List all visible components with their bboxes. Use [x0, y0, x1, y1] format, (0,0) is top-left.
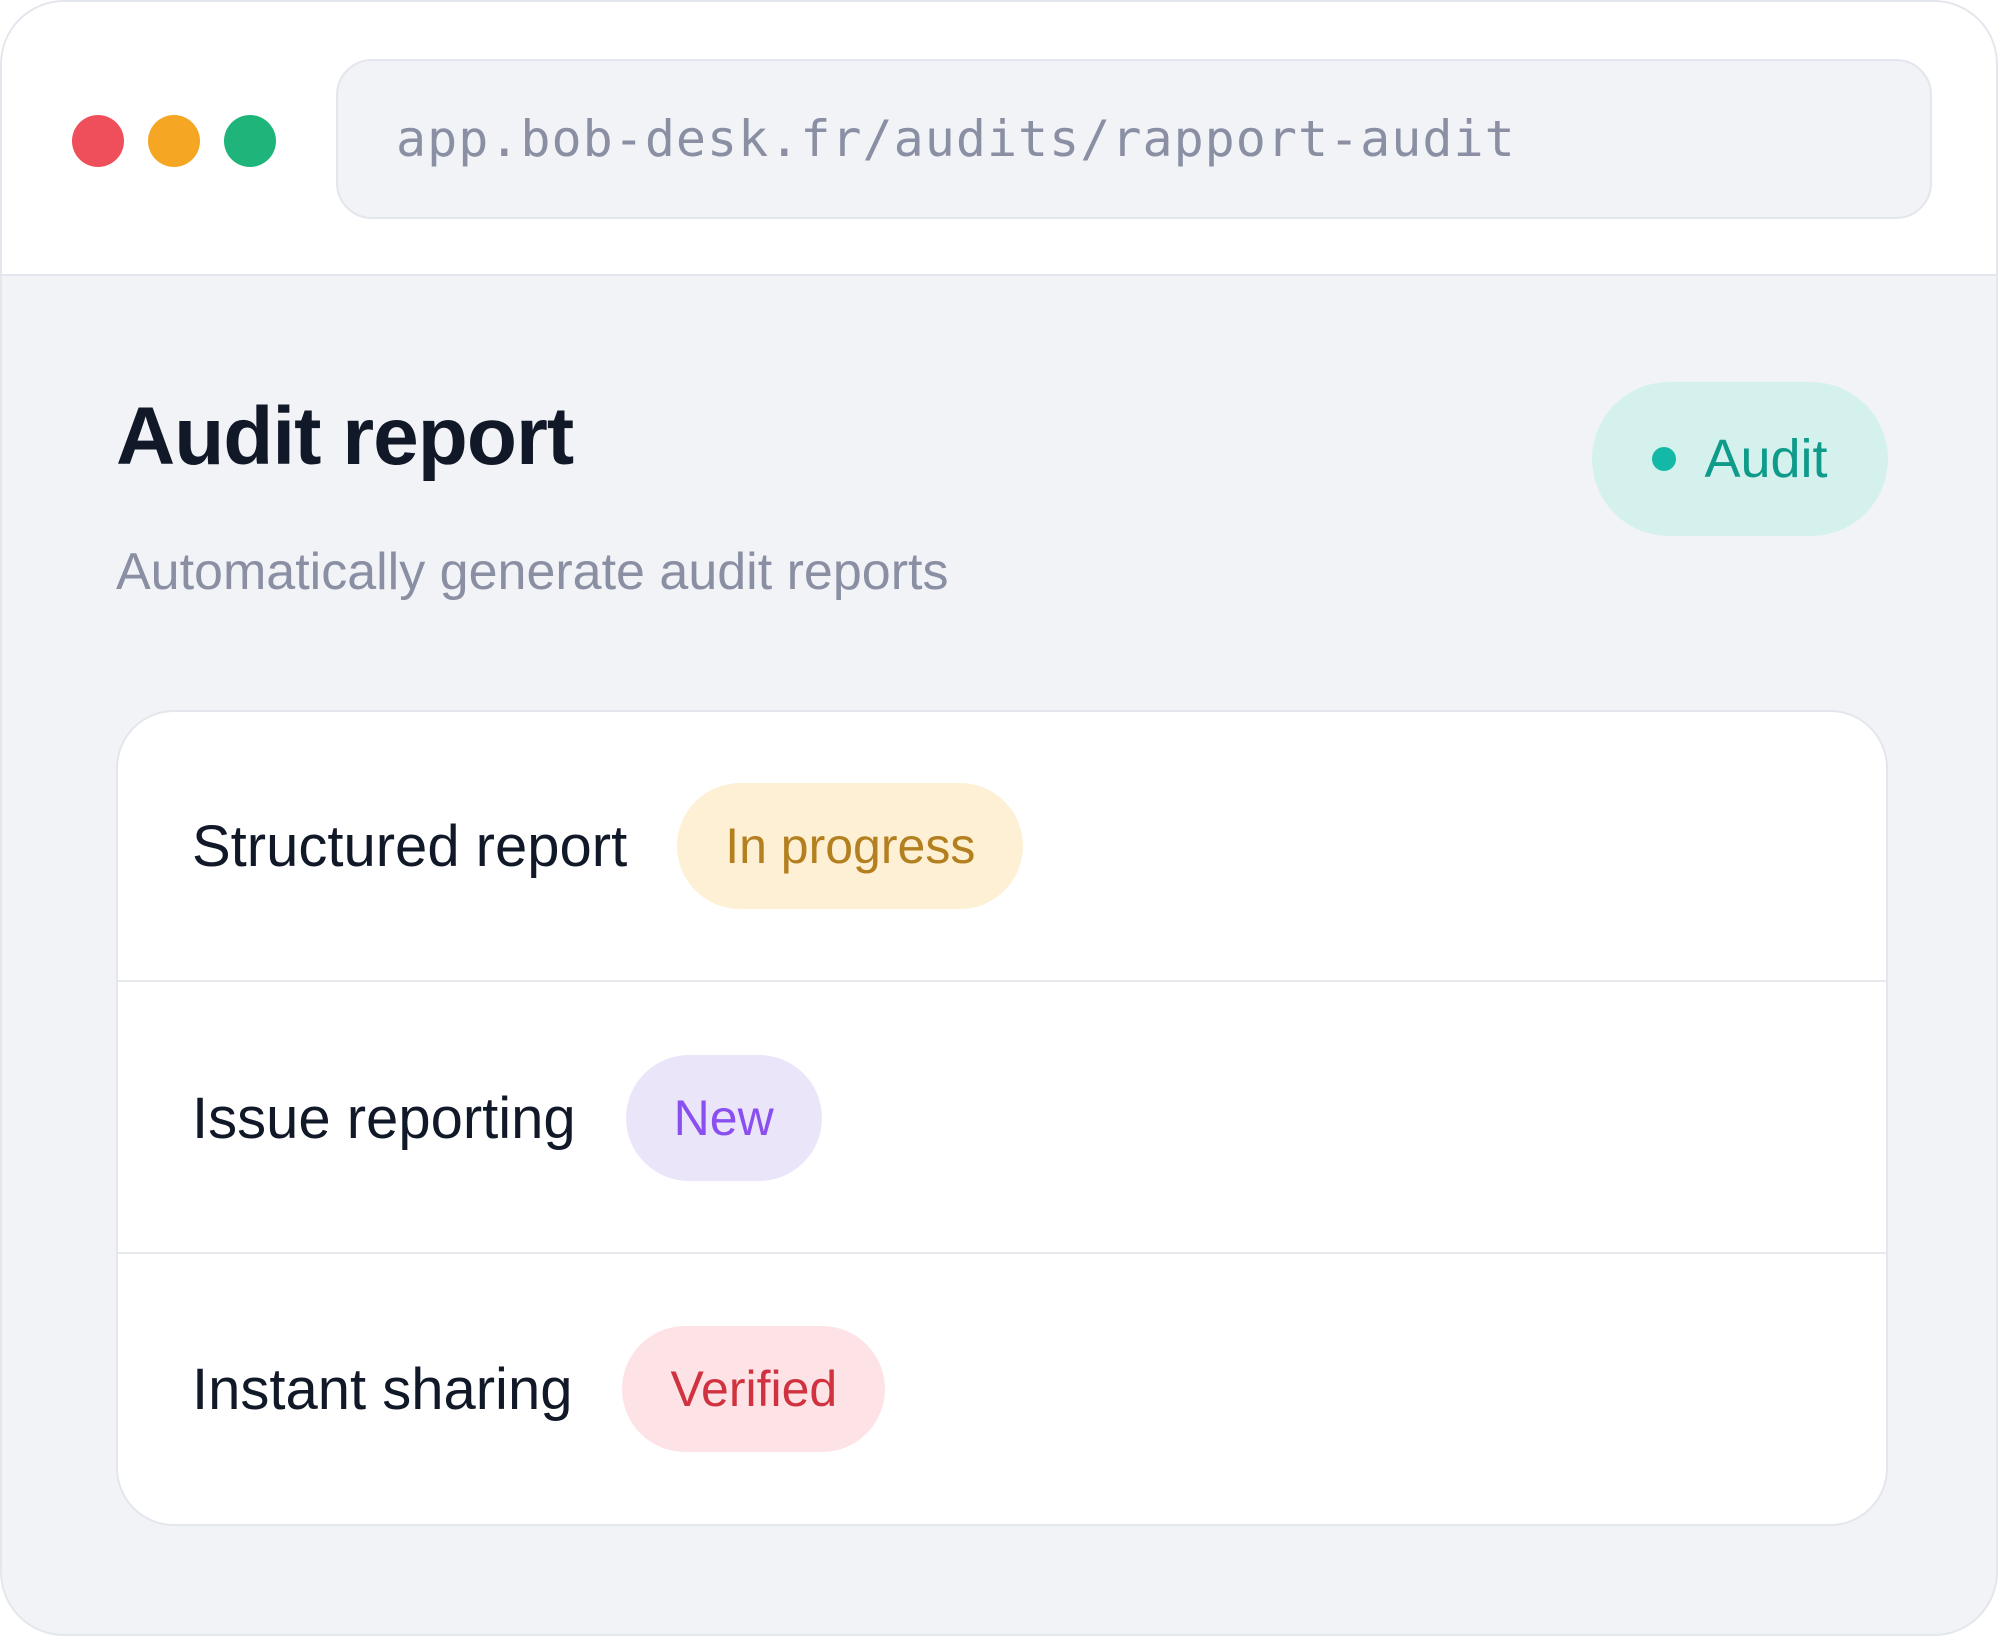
browser-toolbar: app.bob-desk.fr/audits/rapport-audit	[2, 2, 1996, 276]
address-bar[interactable]: app.bob-desk.fr/audits/rapport-audit	[336, 59, 1932, 219]
status-dot-icon	[1652, 447, 1677, 471]
maximize-window-button[interactable]	[224, 115, 276, 167]
feature-row-instant-sharing: Instant sharing Verified	[118, 1254, 1886, 1524]
feature-row-issue-reporting: Issue reporting New	[118, 984, 1886, 1254]
feature-list-card: Structured report In progress Issue repo…	[116, 710, 1888, 1526]
page-subtitle: Automatically generate audit reports	[116, 543, 949, 601]
status-badge: In progress	[677, 783, 1024, 909]
browser-window: app.bob-desk.fr/audits/rapport-audit Aud…	[0, 0, 1998, 1636]
status-badge: New	[625, 1055, 822, 1181]
close-window-button[interactable]	[72, 115, 124, 167]
feature-label: Instant sharing	[192, 1356, 573, 1422]
feature-row-structured-report: Structured report In progress	[118, 712, 1886, 982]
page-title: Audit report	[116, 391, 574, 482]
feature-label: Structured report	[192, 813, 628, 879]
feature-label: Issue reporting	[192, 1085, 576, 1151]
category-tag-label: Audit	[1704, 429, 1828, 489]
category-tag: Audit	[1592, 382, 1888, 536]
minimize-window-button[interactable]	[148, 115, 200, 167]
status-badge: Verified	[622, 1326, 886, 1452]
url-text: app.bob-desk.fr/audits/rapport-audit	[396, 110, 1516, 168]
